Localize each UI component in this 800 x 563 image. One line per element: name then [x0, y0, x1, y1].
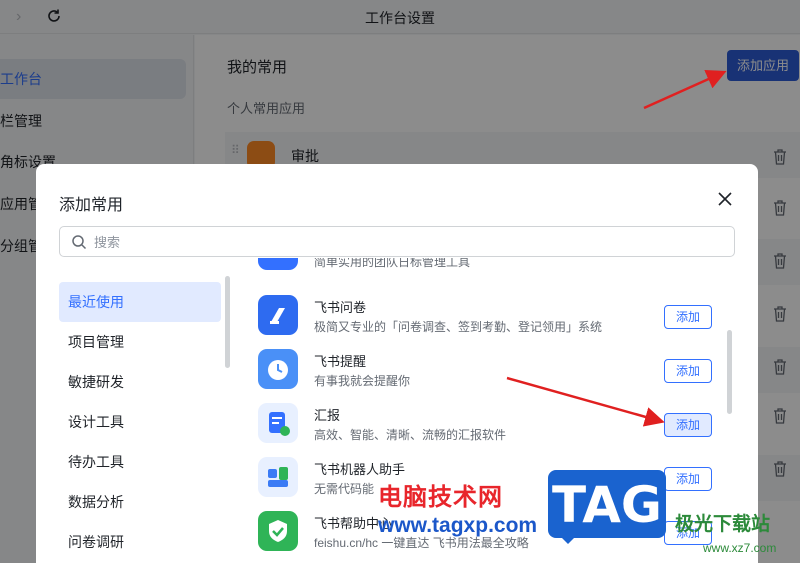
alarm-clock-icon: [258, 349, 298, 389]
app-name: 飞书机器人助手: [314, 462, 406, 477]
category-label: 数据分析: [68, 494, 124, 510]
bot-assistant-icon: [258, 457, 298, 497]
category-label: 项目管理: [68, 334, 124, 350]
list-item: 汇报 高效、智能、清晰、流畅的汇报软件: [258, 403, 718, 455]
category-project-management[interactable]: 项目管理: [59, 322, 221, 362]
watermark-url: www.tagxp.com: [378, 514, 538, 537]
help-center-icon: [258, 511, 298, 551]
category-design-tools[interactable]: 设计工具: [59, 402, 221, 442]
close-icon[interactable]: [716, 190, 734, 208]
list-item: 简单实用的团队日标管理工具: [258, 258, 718, 282]
dialog-title: 添加常用: [59, 197, 124, 214]
category-label: 敏捷研发: [68, 374, 124, 390]
add-button[interactable]: 添加: [664, 467, 712, 491]
app-desc: 简单实用的团队日标管理工具: [314, 258, 471, 269]
list-item: 飞书提醒 有事我就会提醒你: [258, 349, 718, 401]
add-button[interactable]: 添加: [664, 305, 712, 329]
app-desc: 高效、智能、清晰、流畅的汇报软件: [314, 428, 507, 442]
search-box[interactable]: [59, 226, 735, 257]
category-scrollbar[interactable]: [225, 276, 230, 368]
search-icon: [72, 235, 87, 250]
category-label: 最近使用: [68, 294, 124, 310]
watermark-tag-text: TAG: [552, 476, 662, 534]
category-recent[interactable]: 最近使用: [59, 282, 221, 322]
category-todo-tools[interactable]: 待办工具: [59, 442, 221, 482]
watermark-text: 电脑技术网: [378, 484, 503, 511]
category-label: 问卷调研: [68, 534, 124, 550]
search-input[interactable]: [94, 232, 694, 252]
list-item: 飞书问卷 极简又专业的「问卷调查、签到考勤、登记领用」系统: [258, 295, 718, 347]
app-list-scrollbar[interactable]: [727, 330, 732, 414]
add-button[interactable]: 添加: [664, 359, 712, 383]
app-desc: 有事我就会提醒你: [314, 374, 411, 388]
category-data-analysis[interactable]: 数据分析: [59, 482, 221, 522]
app-desc: 极简又专业的「问卷调查、签到考勤、登记领用」系统: [314, 320, 603, 334]
watermark-site-logo: 极光下载站: [675, 514, 771, 535]
watermark-logo: TAG: [548, 470, 666, 544]
app-name: 飞书提醒: [314, 354, 367, 369]
watermark-site-url: www.xz7.com: [703, 541, 777, 555]
category-survey[interactable]: 问卷调研: [59, 522, 221, 562]
goal-app-icon: [258, 258, 298, 270]
category-label: 待办工具: [68, 454, 124, 470]
app-name: 汇报: [314, 408, 341, 423]
category-label: 设计工具: [68, 414, 124, 430]
add-button[interactable]: 添加: [664, 413, 712, 437]
category-agile-dev[interactable]: 敏捷研发: [59, 362, 221, 402]
app-name: 飞书问卷: [314, 300, 367, 315]
app-desc: 无需代码能: [314, 482, 375, 496]
report-app-icon: [258, 403, 298, 443]
survey-app-icon: [258, 295, 298, 335]
